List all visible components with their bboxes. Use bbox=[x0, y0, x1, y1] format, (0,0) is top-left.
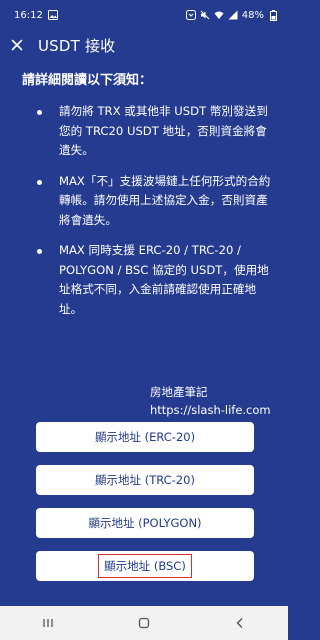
status-time: 16:12 bbox=[14, 9, 43, 21]
silent-icon bbox=[200, 10, 210, 20]
bullet-icon bbox=[37, 249, 42, 254]
show-address-erc20-button[interactable]: 顯示地址 (ERC-20) bbox=[36, 422, 254, 452]
recent-apps-icon[interactable] bbox=[33, 608, 63, 638]
home-icon[interactable] bbox=[129, 608, 159, 638]
close-icon[interactable] bbox=[6, 34, 28, 56]
notice-item: MAX 同時支援 ERC-20 / TRC-20 / POLYGON / BSC… bbox=[0, 241, 288, 319]
status-bar: 16:12 48% bbox=[0, 0, 288, 30]
status-left: 16:12 bbox=[14, 10, 58, 21]
battery-icon bbox=[268, 9, 278, 21]
notice-heading: 請詳細閱讀以下須知： bbox=[22, 73, 153, 88]
system-nav-bar bbox=[0, 606, 288, 640]
button-label: 顯示地址 (BSC) bbox=[98, 554, 192, 578]
button-label: 顯示地址 (POLYGON) bbox=[88, 516, 202, 530]
signal-icon bbox=[228, 10, 238, 20]
show-address-bsc-button[interactable]: 顯示地址 (BSC) bbox=[36, 551, 254, 581]
app-bar: USDT 接收 bbox=[0, 30, 288, 60]
watermark-title: 房地產筆記 bbox=[150, 385, 208, 399]
notice-section: 請詳細閱讀以下須知： 請勿將 TRX 或其他非 USDT 幣別發送到您的 TRC… bbox=[0, 72, 288, 330]
button-label: 顯示地址 (ERC-20) bbox=[94, 430, 196, 444]
wifi-icon bbox=[214, 10, 224, 20]
show-address-polygon-button[interactable]: 顯示地址 (POLYGON) bbox=[36, 508, 254, 538]
back-icon[interactable] bbox=[225, 608, 255, 638]
page-title: USDT 接收 bbox=[38, 36, 116, 55]
bullet-icon bbox=[37, 179, 42, 185]
bullet-icon bbox=[37, 110, 42, 115]
image-icon bbox=[47, 10, 58, 20]
status-right: 48% bbox=[185, 9, 278, 21]
watermark: 房地產筆記 https://slash-life.com bbox=[150, 383, 271, 419]
watermark-url: https://slash-life.com bbox=[150, 403, 271, 417]
notice-item: 請勿將 TRX 或其他非 USDT 幣別發送到您的 TRC20 USDT 地址，… bbox=[0, 102, 288, 161]
show-address-trc20-button[interactable]: 顯示地址 (TRC-20) bbox=[36, 465, 254, 495]
battery-percent: 48% bbox=[241, 9, 264, 21]
notice-item-text: MAX「不」支援波場鏈上任何形式的合約轉帳。請勿使用上述協定入金，否則資產將會遺… bbox=[59, 173, 271, 227]
notice-item: MAX「不」支援波場鏈上任何形式的合約轉帳。請勿使用上述協定入金，否則資產將會遺… bbox=[0, 172, 288, 231]
samsung-icon bbox=[185, 10, 196, 20]
notice-item-text: 請勿將 TRX 或其他非 USDT 幣別發送到您的 TRC20 USDT 地址，… bbox=[59, 104, 268, 157]
button-label: 顯示地址 (TRC-20) bbox=[95, 473, 195, 487]
notice-item-text: MAX 同時支援 ERC-20 / TRC-20 / POLYGON / BSC… bbox=[59, 243, 269, 316]
